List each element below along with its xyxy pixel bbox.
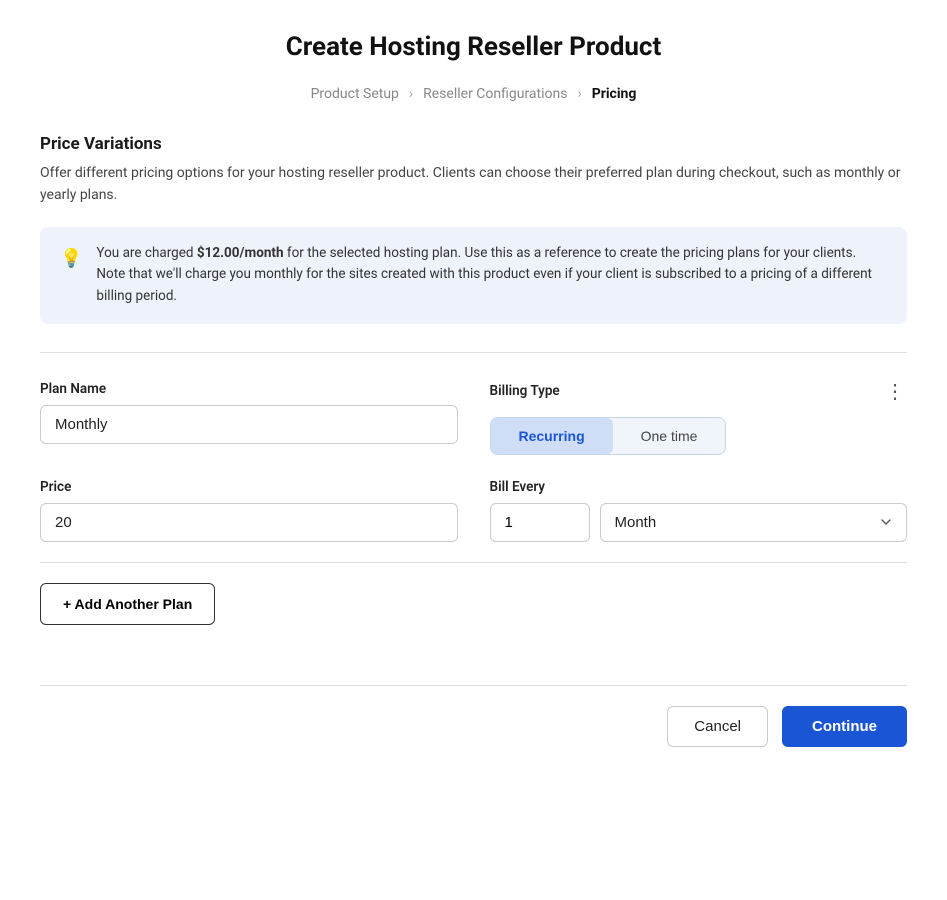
- cancel-button[interactable]: Cancel: [667, 706, 768, 747]
- chevron-icon-2: ›: [577, 86, 581, 102]
- billing-recurring-button[interactable]: Recurring: [491, 418, 613, 454]
- continue-button[interactable]: Continue: [782, 706, 907, 747]
- section-description: Offer different pricing options for your…: [40, 162, 907, 207]
- info-icon: 💡: [60, 245, 82, 274]
- chevron-icon-1: ›: [409, 86, 413, 102]
- billing-toggle: Recurring One time: [490, 417, 727, 455]
- section-heading: Price Variations: [40, 134, 907, 154]
- bill-every-number-input[interactable]: [490, 503, 590, 542]
- breadcrumb: Product Setup › Reseller Configurations …: [40, 86, 907, 102]
- add-another-plan-button[interactable]: + Add Another Plan: [40, 583, 215, 625]
- breadcrumb-reseller-configs: Reseller Configurations: [423, 86, 567, 102]
- bill-every-inputs: Day Week Month Year: [490, 503, 908, 542]
- bill-every-group: Bill Every Day Week Month Year: [490, 479, 908, 542]
- bill-every-label: Bill Every: [490, 479, 908, 495]
- price-label: Price: [40, 479, 458, 495]
- billing-onetime-button[interactable]: One time: [613, 418, 726, 454]
- plan-name-group: Plan Name: [40, 381, 458, 444]
- breadcrumb-product-setup: Product Setup: [311, 86, 399, 102]
- plan-section: Plan Name Billing Type ⋮ Recurring One t…: [40, 373, 907, 542]
- footer-actions: Cancel Continue: [40, 685, 907, 747]
- bill-every-unit-select[interactable]: Day Week Month Year: [600, 503, 908, 542]
- divider-2: [40, 562, 907, 563]
- divider-1: [40, 352, 907, 353]
- billing-type-group: Billing Type ⋮ Recurring One time: [490, 381, 908, 455]
- price-variations-section: Price Variations Offer different pricing…: [40, 134, 907, 324]
- info-box-text: You are charged $12.00/month for the sel…: [96, 243, 887, 308]
- page-title: Create Hosting Reseller Product: [40, 32, 907, 62]
- price-input[interactable]: [40, 503, 458, 542]
- breadcrumb-pricing: Pricing: [592, 86, 637, 102]
- billing-type-label: Billing Type: [490, 383, 560, 399]
- plan-name-input[interactable]: [40, 405, 458, 444]
- plan-name-label: Plan Name: [40, 381, 458, 397]
- more-options-icon[interactable]: ⋮: [885, 381, 907, 401]
- info-box: 💡 You are charged $12.00/month for the s…: [40, 227, 907, 324]
- price-group: Price: [40, 479, 458, 542]
